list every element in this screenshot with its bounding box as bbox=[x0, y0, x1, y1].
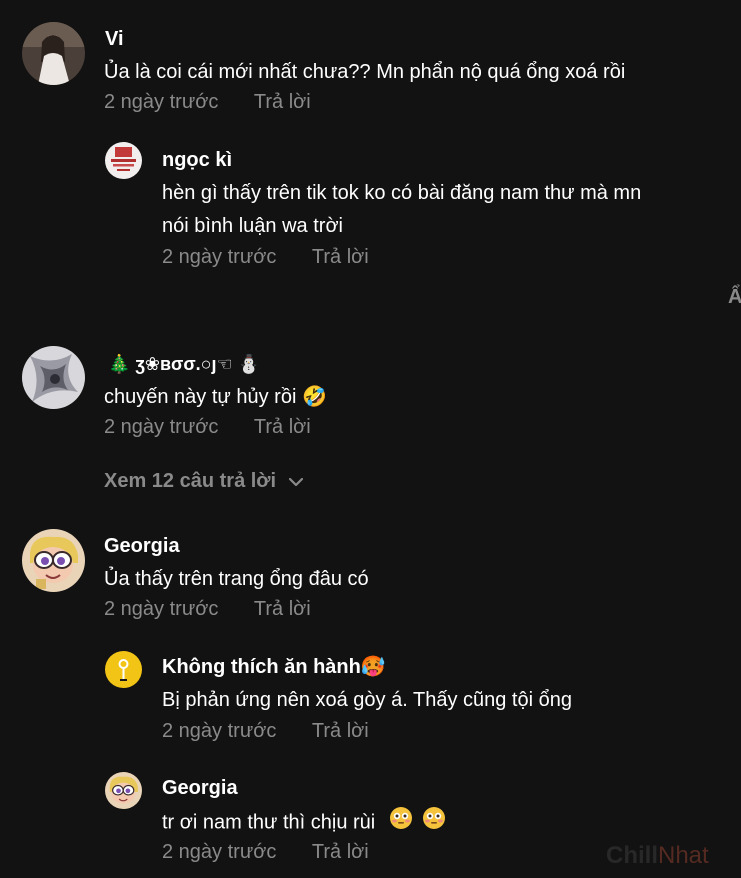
username[interactable]: Georgia bbox=[162, 776, 238, 800]
watermark-part2: Nhat bbox=[658, 842, 709, 869]
comment-meta: 2 ngày trước Trả lời bbox=[104, 90, 311, 114]
reply-button[interactable]: Trả lời bbox=[312, 720, 369, 742]
view-replies-label: Xem 12 câu trả lời bbox=[104, 470, 277, 492]
reply-button[interactable]: Trả lời bbox=[254, 598, 311, 620]
timestamp: 2 ngày trước bbox=[162, 246, 277, 268]
watermark-part1: Chill bbox=[606, 842, 658, 869]
flushed-face-emoji bbox=[389, 806, 413, 840]
avatar-vi[interactable] bbox=[22, 22, 85, 85]
comment-meta: 2 ngày trước Trả lời bbox=[162, 840, 369, 864]
reply-button[interactable]: Trả lời bbox=[312, 246, 369, 268]
timestamp: 2 ngày trước bbox=[162, 841, 277, 863]
hide-replies-button[interactable]: Ẩ bbox=[728, 286, 741, 309]
avatar-georgia[interactable] bbox=[22, 529, 85, 592]
timestamp: 2 ngày trước bbox=[162, 720, 277, 742]
avatar-ngoc-ki[interactable] bbox=[105, 142, 142, 179]
username[interactable]: Georgia bbox=[104, 534, 180, 558]
comment-meta: 2 ngày trước Trả lời bbox=[162, 245, 369, 269]
username[interactable]: Vi bbox=[105, 27, 124, 51]
comment-meta: 2 ngày trước Trả lời bbox=[104, 415, 311, 439]
username[interactable]: ngọc kì bbox=[162, 148, 232, 172]
watermark-logo: ChillNhat bbox=[606, 842, 709, 870]
reply-button[interactable]: Trả lời bbox=[254, 416, 311, 438]
reply-button[interactable]: Trả lời bbox=[312, 841, 369, 863]
avatar-georgia-small[interactable] bbox=[105, 772, 142, 809]
comment-text: Ủa là coi cái mới nhất chưa?? Mn phẩn nộ… bbox=[104, 61, 626, 83]
comment-text: chuyến này tự hủy rồi 🤣 bbox=[104, 386, 327, 408]
username[interactable]: Không thích ăn hành🥵 bbox=[162, 655, 386, 679]
comment-meta: 2 ngày trước Trả lời bbox=[162, 719, 369, 743]
timestamp: 2 ngày trước bbox=[104, 598, 219, 620]
comments-panel: Vi Ủa là coi cái mới nhất chưa?? Mn phẩn… bbox=[0, 0, 741, 878]
reply-button[interactable]: Trả lời bbox=[254, 91, 311, 113]
comment-text-line1: hèn gì thấy trên tik tok ko có bài đăng … bbox=[162, 182, 642, 204]
comment-text: Bị phản ứng nên xoá gòy á. Thấy cũng tội… bbox=[162, 689, 572, 711]
timestamp: 2 ngày trước bbox=[104, 416, 219, 438]
comment-text: tr ơi nam thư thì chịu rùi bbox=[162, 806, 446, 840]
avatar-boo[interactable] bbox=[22, 346, 85, 409]
timestamp: 2 ngày trước bbox=[104, 91, 219, 113]
comment-meta: 2 ngày trước Trả lời bbox=[104, 597, 311, 621]
view-replies-button[interactable]: Xem 12 câu trả lời bbox=[104, 469, 304, 494]
avatar-khong-thich-an-hanh[interactable] bbox=[105, 651, 142, 688]
flushed-face-emoji bbox=[422, 806, 446, 840]
comment-text-body: tr ơi nam thư thì chịu rùi bbox=[162, 811, 376, 834]
comment-text: Ủa thấy trên trang ổng đâu có bbox=[104, 568, 369, 590]
username[interactable]: 🎄 ʒ❀ʙσσ.○ȷ☜ ⛄ bbox=[108, 352, 260, 376]
comment-text-line2: nói bình luận wa trời bbox=[162, 215, 343, 237]
chevron-down-icon bbox=[288, 470, 304, 494]
